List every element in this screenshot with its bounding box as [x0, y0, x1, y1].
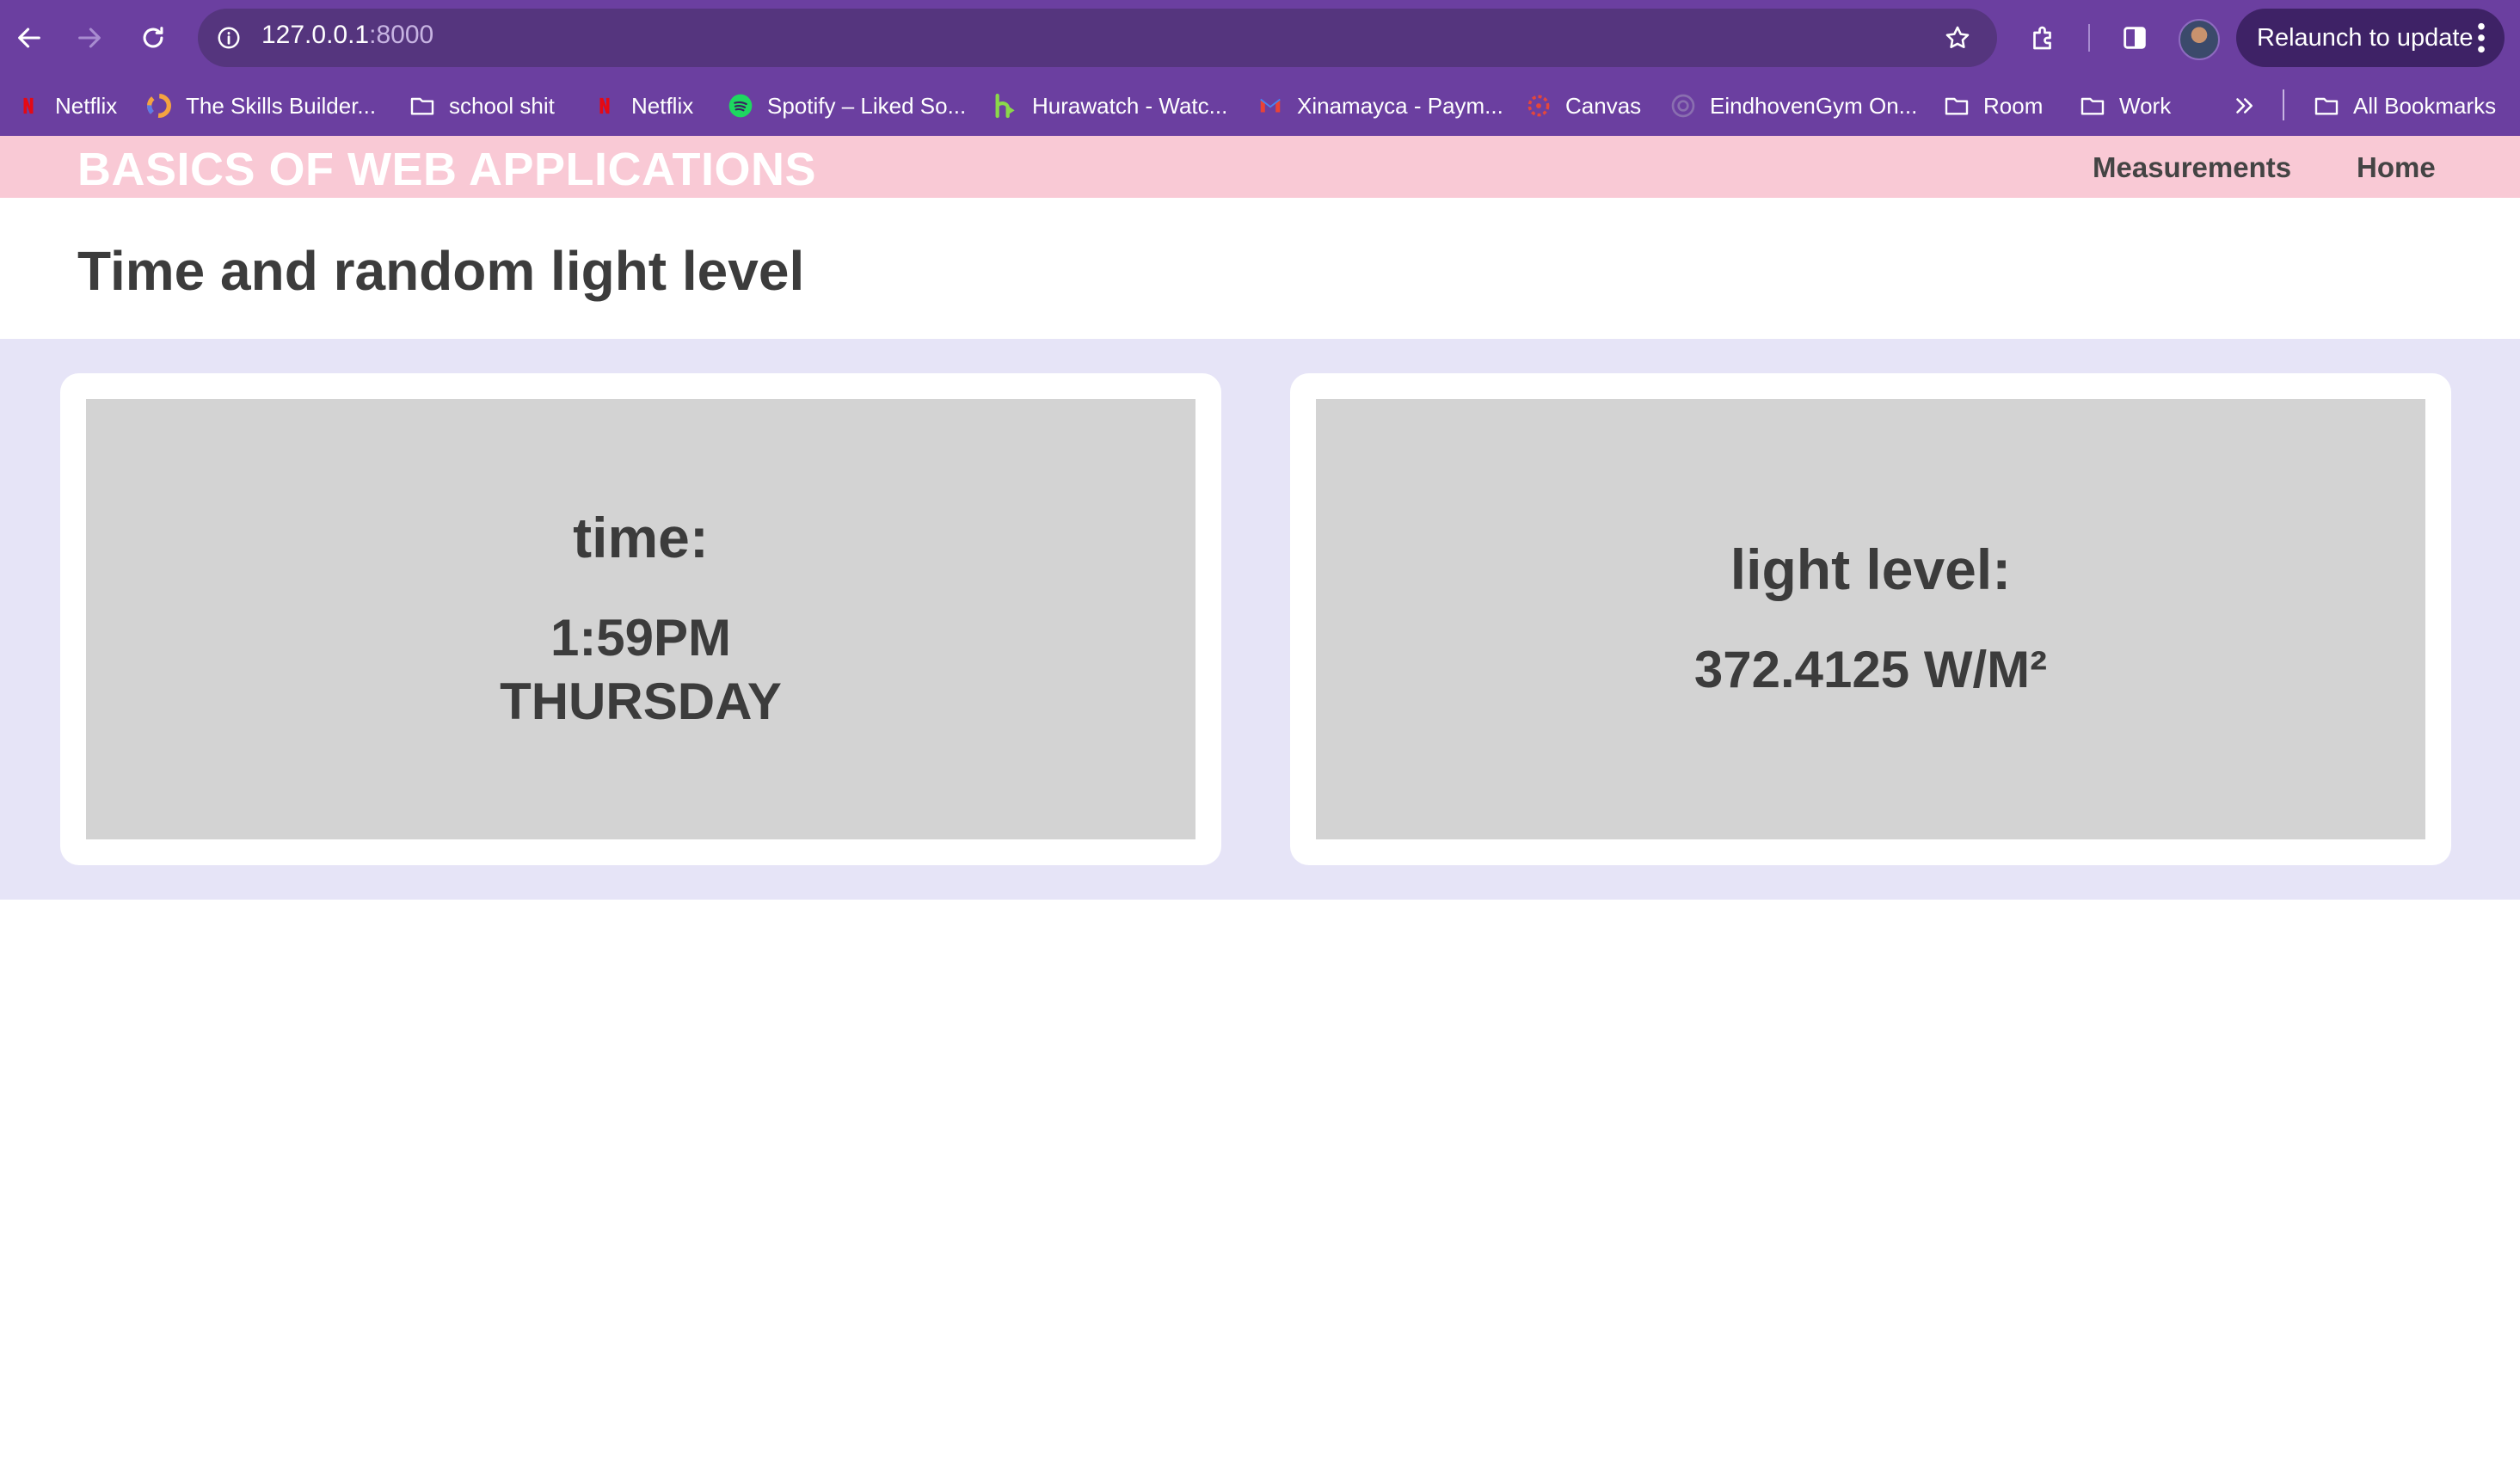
folder-icon [2078, 91, 2107, 120]
time-label: time: [573, 506, 709, 569]
site-info-icon[interactable] [210, 19, 248, 57]
netflix-icon [14, 91, 43, 120]
forward-button[interactable] [64, 12, 115, 64]
bookmark-label: Xinamayca - Paym... [1297, 92, 1503, 119]
bookmark-folder-work[interactable]: Work [2078, 89, 2171, 122]
nav-home-link[interactable]: Home [2357, 151, 2436, 184]
relaunch-button[interactable]: Relaunch to update [2236, 9, 2505, 67]
time-card: time: 1:59PM THURSDAY [60, 373, 1221, 865]
reload-icon [143, 27, 163, 48]
bookmark-label: Spotify – Liked So... [767, 92, 967, 119]
spotify-icon [726, 91, 755, 120]
folder-icon [2312, 91, 2341, 120]
bookmark-netflix-2[interactable]: Netflix [590, 89, 693, 122]
light-level-value: 372.4125 W/M² [1693, 641, 2048, 698]
folder-icon [1942, 91, 1971, 120]
time-card-content: time: 1:59PM THURSDAY [86, 399, 1195, 839]
canvas-icon [1524, 91, 1553, 120]
url-host: 127.0.0.1 [261, 21, 370, 49]
site-header: BASICS OF WEB APPLICATIONS Measurements … [0, 136, 2520, 198]
time-value: 1:59PM [550, 609, 732, 667]
bookmark-xinamayca[interactable]: Xinamayca - Paym... [1256, 89, 1503, 122]
light-level-card-content: light level: 372.4125 W/M² [1316, 399, 2425, 839]
bookmark-label: EindhovenGym On... [1710, 92, 1918, 119]
extensions-icon[interactable] [2021, 15, 2066, 60]
nav-measurements-link[interactable]: Measurements [2093, 151, 2291, 184]
bookmark-label: Hurawatch - Watc... [1032, 92, 1228, 119]
light-level-card: light level: 372.4125 W/M² [1290, 373, 2451, 865]
bookmark-label: school shit [449, 92, 555, 119]
bookmark-label: Netflix [55, 92, 118, 119]
profile-avatar[interactable] [2179, 19, 2220, 60]
folder-icon [408, 91, 437, 120]
chevron-double-right-icon [2229, 91, 2259, 120]
page-title: Time and random light level [77, 240, 805, 302]
bookmark-eindhovengym[interactable]: EindhovenGym On... [1669, 89, 1917, 122]
hurawatch-icon [991, 91, 1020, 120]
site-title: BASICS OF WEB APPLICATIONS [77, 144, 817, 195]
url-port: :8000 [369, 21, 434, 49]
netflix-icon [590, 91, 619, 120]
bookmark-folder-school[interactable]: school shit [408, 89, 555, 122]
bookmark-star-icon[interactable] [1937, 17, 1978, 58]
bookmark-label: The Skills Builder... [186, 92, 377, 119]
bookmark-folder-room[interactable]: Room [1942, 89, 2043, 122]
bookmarks-overflow-button[interactable] [2229, 89, 2271, 122]
back-button[interactable] [3, 12, 55, 64]
bookmark-canvas[interactable]: Canvas [1524, 89, 1641, 122]
address-bar[interactable]: 127.0.0.1:8000 [198, 9, 1997, 67]
cards-section: time: 1:59PM THURSDAY light level: 372.4… [0, 339, 2520, 900]
bookmarks-bar: Netflix The Skills Builder... school shi… [0, 76, 2520, 136]
more-menu-icon [2478, 22, 2485, 53]
bookmark-label: Room [1983, 92, 2044, 119]
relaunch-label: Relaunch to update [2257, 23, 2474, 52]
url-text[interactable]: 127.0.0.1:8000 [261, 21, 433, 50]
bookmark-label: Work [2119, 92, 2172, 119]
toolbar-divider [2088, 24, 2090, 52]
back-arrow-icon [18, 28, 40, 48]
browser-toolbar: 127.0.0.1:8000 Relaunch to update [0, 0, 2520, 76]
light-level-label: light level: [1730, 538, 2012, 601]
gmail-icon [1256, 91, 1285, 120]
bookmark-spotify[interactable]: Spotify – Liked So... [726, 89, 966, 122]
bookmark-label: Netflix [631, 92, 694, 119]
bookmark-hurawatch[interactable]: Hurawatch - Watc... [991, 89, 1227, 122]
bookmark-skills-builder[interactable]: The Skills Builder... [144, 89, 376, 122]
forward-arrow-icon [78, 28, 101, 48]
bookmark-netflix[interactable]: Netflix [14, 89, 117, 122]
reload-button[interactable] [127, 12, 179, 64]
day-value: THURSDAY [500, 673, 782, 730]
globe-icon [1669, 91, 1698, 120]
all-bookmarks-button[interactable]: All Bookmarks [2312, 89, 2496, 122]
bookmarks-divider [2283, 89, 2284, 120]
all-bookmarks-label: All Bookmarks [2353, 92, 2497, 119]
side-panel-icon[interactable] [2112, 15, 2157, 60]
skills-builder-icon [144, 91, 174, 120]
bookmark-label: Canvas [1565, 92, 1642, 119]
